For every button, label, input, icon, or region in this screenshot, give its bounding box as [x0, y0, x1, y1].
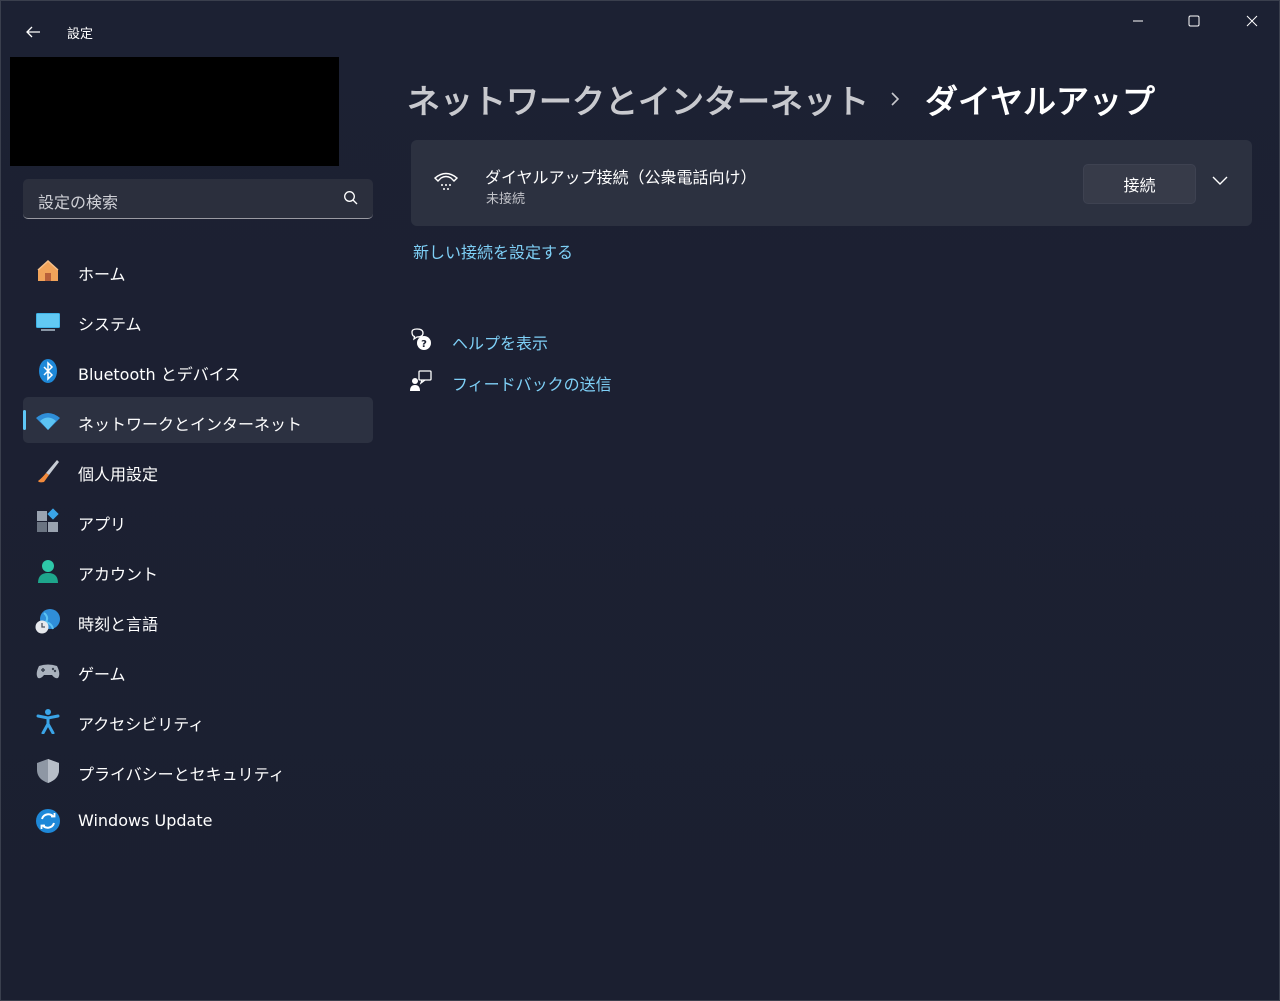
shield-icon [37, 759, 59, 783]
feedback-link-row[interactable]: フィードバックの送信 [409, 369, 612, 394]
feedback-link[interactable]: フィードバックの送信 [452, 371, 612, 395]
help-link[interactable]: ヘルプを表示 [452, 330, 548, 354]
bluetooth-icon [39, 359, 57, 383]
sidebar-nav: ホーム システム Bluetooth とデバイス ネットワークとインターネット [23, 247, 373, 847]
sidebar-item-label: ネットワークとインターネット [78, 415, 303, 434]
feedback-icon [410, 370, 432, 391]
sidebar-item-windows-update[interactable]: Windows Update [23, 797, 373, 843]
gamepad-icon [36, 664, 60, 679]
sidebar-item-label: アプリ [78, 515, 127, 534]
accessibility-icon [36, 709, 60, 734]
chevron-right-icon [891, 92, 900, 106]
globe-clock-icon [35, 609, 60, 634]
sidebar-item-network[interactable]: ネットワークとインターネット [23, 397, 373, 443]
sidebar-item-label: 個人用設定 [78, 465, 159, 484]
update-icon [36, 809, 60, 833]
search-input[interactable]: 設定の検索 [23, 179, 373, 219]
dialup-connection-card[interactable]: ダイヤルアップ接続（公衆電話向け） 未接続 接続 [411, 140, 1252, 226]
setup-new-connection-link[interactable]: 新しい接続を設定する [413, 239, 573, 263]
back-arrow-icon [26, 26, 40, 38]
svg-text:?: ? [421, 339, 427, 350]
account-info-redacted [10, 57, 339, 166]
home-icon [37, 259, 59, 281]
wifi-icon [36, 413, 60, 430]
sidebar-item-label: Windows Update [78, 811, 213, 830]
connect-button[interactable]: 接続 [1083, 164, 1196, 204]
close-button[interactable] [1223, 1, 1280, 41]
settings-window: 設定 設定の検索 ホーム システム Bluetooth とデバイス ネットワーク… [0, 0, 1280, 1001]
sidebar-item-bluetooth[interactable]: Bluetooth とデバイス [23, 347, 373, 393]
sidebar-item-label: 時刻と言語 [78, 615, 159, 634]
dialup-phone-icon [433, 172, 459, 190]
connection-title: ダイヤルアップ接続（公衆電話向け） [485, 168, 757, 187]
chevron-down-icon[interactable] [1211, 174, 1229, 186]
sidebar-item-label: アクセシビリティ [78, 715, 205, 734]
maximize-icon [1188, 15, 1200, 27]
sidebar-item-label: ホーム [78, 265, 126, 284]
sidebar-item-apps[interactable]: アプリ [23, 497, 373, 543]
title-bar: 設定 [1, 1, 1279, 49]
close-icon [1246, 15, 1258, 27]
sidebar-item-accessibility[interactable]: アクセシビリティ [23, 697, 373, 743]
apps-icon [37, 508, 59, 532]
account-icon [38, 560, 58, 583]
system-icon [36, 313, 60, 331]
search-icon[interactable] [343, 190, 359, 206]
maximize-button[interactable] [1165, 1, 1223, 41]
sidebar-item-accounts[interactable]: アカウント [23, 547, 373, 593]
minimize-icon [1133, 20, 1143, 22]
sidebar-item-label: Bluetooth とデバイス [78, 365, 241, 384]
breadcrumb-parent[interactable]: ネットワークとインターネット [407, 75, 869, 123]
sidebar-item-label: プライバシーとセキュリティ [78, 765, 285, 784]
brush-icon [38, 460, 59, 483]
active-indicator [23, 410, 26, 430]
page-title: ダイヤルアップ [925, 82, 1156, 121]
sidebar-item-time-language[interactable]: 時刻と言語 [23, 597, 373, 643]
search-placeholder: 設定の検索 [38, 193, 119, 212]
sidebar-item-privacy[interactable]: プライバシーとセキュリティ [23, 747, 373, 793]
sidebar-item-personalization[interactable]: 個人用設定 [23, 447, 373, 493]
sidebar-item-label: システム [78, 315, 142, 334]
connection-status: 未接続 [486, 192, 526, 207]
minimize-button[interactable] [1109, 1, 1167, 41]
sidebar-item-gaming[interactable]: ゲーム [23, 647, 373, 693]
sidebar-item-home[interactable]: ホーム [23, 247, 373, 293]
breadcrumb: ネットワークとインターネット ダイヤルアップ [407, 75, 1155, 123]
back-button[interactable] [17, 15, 49, 49]
sidebar-item-label: アカウント [78, 565, 159, 584]
help-link-row[interactable]: ? ヘルプを表示 [409, 328, 548, 353]
sidebar-item-label: ゲーム [78, 665, 126, 684]
help-icon: ? [411, 328, 431, 350]
app-title: 設定 [67, 27, 94, 42]
sidebar-item-system[interactable]: システム [23, 297, 373, 343]
